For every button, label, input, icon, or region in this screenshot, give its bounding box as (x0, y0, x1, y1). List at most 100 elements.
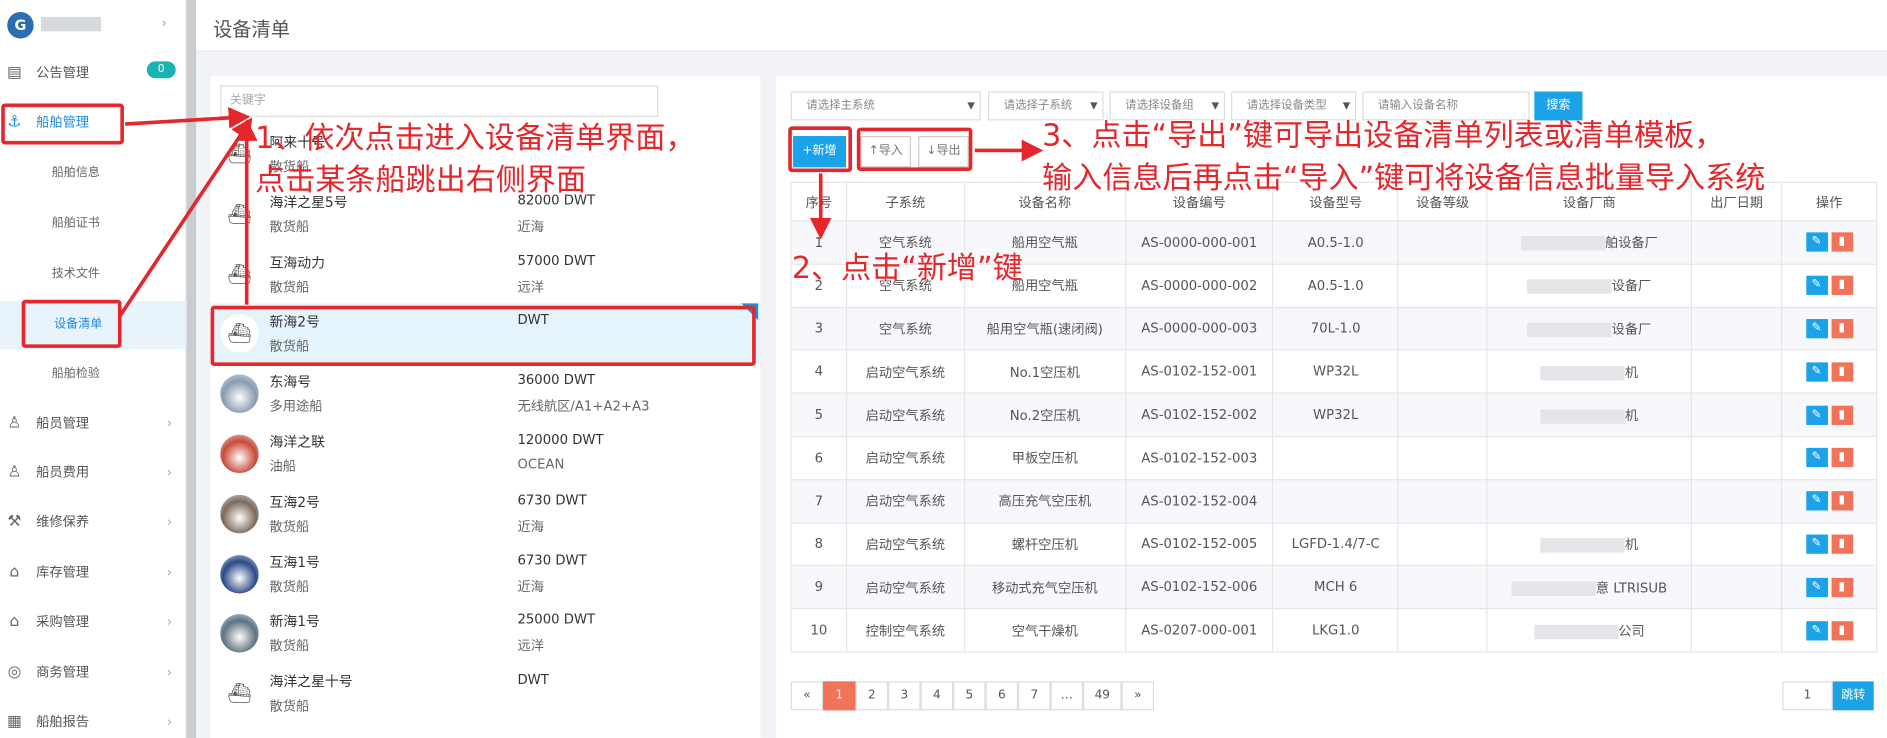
edit-icon[interactable]: ✎ (1805, 362, 1828, 382)
edit-icon[interactable]: ✎ (1805, 232, 1828, 253)
page-prev-button[interactable]: « (790, 681, 824, 711)
logo-icon[interactable]: G (7, 12, 34, 39)
ship-thumbnail (220, 554, 259, 594)
cell-maker: 舶设备厂 (1486, 220, 1693, 265)
ship-area: 远洋 (517, 278, 544, 295)
cell-grade (1397, 478, 1488, 524)
input-placeholder: 请输入设备名称 (1377, 98, 1458, 112)
page-next-button[interactable]: » (1121, 681, 1155, 711)
sidebar-subitem-ship-info[interactable]: 船舶信息 (0, 149, 187, 197)
ship-list-item[interactable]: 互海1号 散货船 6730 DWT 近海 (211, 544, 761, 604)
page-button[interactable]: 7 (1018, 681, 1051, 711)
ship-thumbnail (220, 494, 259, 534)
sidebar-item-business[interactable]: ◎ 商务管理 › (0, 649, 187, 697)
edit-icon[interactable]: ✎ (1805, 319, 1828, 339)
maker-suffix: 机 (1624, 536, 1639, 553)
redacted-text (1520, 236, 1605, 251)
ship-list-item[interactable]: 互海2号 散货船 6730 DWT 近海 (211, 484, 761, 544)
cell-grade (1397, 392, 1488, 437)
chevron-right-icon: › (166, 514, 173, 530)
cell-model: 70L-1.0 (1272, 306, 1399, 351)
page-button[interactable]: 3 (888, 681, 921, 711)
ship-list-item[interactable]: 新海1号 散货船 25000 DWT 远洋 (211, 604, 761, 664)
delete-icon[interactable]: ▮ (1830, 319, 1853, 339)
table-row[interactable]: 6 启动空气系统 甲板空压机 AS-0102-152-003 ✎ ▮ (790, 435, 1878, 481)
chevron-right-icon: › (166, 713, 173, 730)
subitem-label: 技术文件 (51, 267, 100, 281)
table-row[interactable]: 7 启动空气系统 高压充气空压机 AS-0102-152-004 ✎ ▮ (790, 478, 1878, 524)
cell-code: AS-0102-152-002 (1124, 392, 1274, 437)
page-button[interactable]: 4 (920, 681, 954, 711)
sidebar-item-crew-cost[interactable]: ♙ 船员费用 › (0, 449, 187, 497)
sidebar-item-reports[interactable]: ▦ 船舶报告 › (0, 698, 187, 738)
sidebar-item-crew[interactable]: ♙ 船员管理 › (0, 400, 187, 448)
delete-icon[interactable]: ▮ (1830, 275, 1853, 296)
cell-no: 6 (790, 435, 848, 481)
table-row[interactable]: 5 启动空气系统 No.2空压机 AS-0102-152-002 WP32L 机 ✎ ▮ (790, 392, 1878, 437)
cell-no: 9 (790, 565, 848, 610)
cell-name: 船用空气瓶(速闭阀) (963, 306, 1126, 351)
caret-down-icon: ▼ (1342, 99, 1351, 111)
delete-icon[interactable]: ▮ (1830, 448, 1853, 468)
table-row[interactable]: 4 启动空气系统 No.1空压机 AS-0102-152-001 WP32L 机 ✎ ▮ (790, 349, 1878, 394)
cell-actions: ✎ ▮ (1781, 392, 1878, 437)
sidebar-scrollbar[interactable] (186, 0, 197, 738)
annotation-step1-line1: 1、依次点击进入设备清单界面， (255, 120, 696, 156)
annotation-box-selected-ship (210, 305, 756, 366)
ship-list-item[interactable]: ⛴ 海洋之星十号 散货船 DWT (211, 664, 761, 724)
cell-model (1272, 478, 1399, 524)
sidebar-item-inventory[interactable]: ⌂ 库存管理 › (0, 549, 187, 597)
table-row[interactable]: 3 空气系统 船用空气瓶(速闭阀) AS-0000-000-003 70L-1.0 设备厂… (790, 306, 1878, 351)
select-value: 请选择设备类型 (1246, 98, 1327, 112)
delete-icon[interactable]: ▮ (1830, 232, 1853, 253)
edit-icon[interactable]: ✎ (1805, 620, 1828, 640)
jump-button[interactable]: 跳转 (1832, 681, 1874, 711)
page-button[interactable]: 49 (1083, 681, 1122, 711)
cell-grade (1397, 220, 1488, 265)
edit-icon[interactable]: ✎ (1805, 448, 1828, 468)
delete-icon[interactable]: ▮ (1830, 534, 1853, 554)
delete-icon[interactable]: ▮ (1830, 577, 1853, 597)
sidebar-subitem-certificates[interactable]: 船舶证书 (0, 200, 187, 248)
ship-thumbnail (220, 614, 259, 653)
delete-icon[interactable]: ▮ (1830, 362, 1853, 382)
table-row[interactable]: 10 控制空气系统 空气干燥机 AS-0207-000-001 LKG1.0 公司 ✎ ▮ (790, 608, 1878, 653)
equipment-name-input[interactable]: 请输入设备名称 (1362, 91, 1530, 121)
notification-badge: 0 (146, 61, 176, 79)
edit-icon[interactable]: ✎ (1805, 534, 1828, 554)
chevron-right-icon[interactable]: › (161, 14, 167, 31)
page-button[interactable]: 6 (985, 681, 1019, 711)
sidebar-item-purchasing[interactable]: ⌂ 采购管理 › (0, 598, 187, 646)
maker-suffix: 机 (1624, 407, 1639, 424)
subitem-label: 船舶信息 (51, 166, 100, 180)
edit-icon[interactable]: ✎ (1805, 577, 1828, 597)
edit-icon[interactable]: ✎ (1805, 405, 1828, 425)
ship-list-item[interactable]: 东海号 多用途船 36000 DWT 无线航区/A1+A2+A3 (211, 364, 761, 424)
edit-icon[interactable]: ✎ (1805, 491, 1828, 511)
sidebar-item-maintenance[interactable]: ⚒ 维修保养 › (0, 498, 187, 546)
table-row[interactable]: 8 启动空气系统 螺杆空压机 AS-0102-152-005 LGFD-1.4/7-C 机… (790, 521, 1878, 567)
delete-icon[interactable]: ▮ (1830, 491, 1853, 511)
main-system-select[interactable]: 请选择主系统 ▼ (790, 91, 981, 121)
table-row[interactable]: 9 启动空气系统 移动式充气空压机 AS-0102-152-006 MCH 6 意 LTR… (790, 565, 1878, 610)
jump-page-input[interactable]: 1 (1782, 681, 1833, 711)
ship-list-item[interactable]: 海洋之联 油船 120000 DWT OCEAN (211, 424, 761, 484)
ship-area: 远洋 (517, 638, 544, 655)
page-button: … (1050, 681, 1084, 711)
equipment-group-select[interactable]: 请选择设备组 ▼ (1109, 91, 1226, 121)
ship-list-item[interactable]: ⛴ 互海动力 散货船 57000 DWT 远洋 (211, 244, 761, 304)
delete-icon[interactable]: ▮ (1830, 405, 1853, 425)
keyword-search-input[interactable]: 关键字 (220, 85, 659, 117)
cell-no: 10 (790, 608, 848, 653)
sub-system-select[interactable]: 请选择子系统 ▼ (987, 91, 1104, 121)
sidebar-subitem-inspection[interactable]: 船舶检验 (0, 350, 187, 398)
cell-actions: ✎ ▮ (1781, 435, 1878, 481)
delete-icon[interactable]: ▮ (1830, 620, 1853, 640)
edit-icon[interactable]: ✎ (1805, 275, 1828, 296)
search-button[interactable]: 搜索 (1534, 91, 1583, 121)
sidebar-subitem-tech-docs[interactable]: 技术文件 (0, 250, 187, 298)
page-button[interactable]: 2 (855, 681, 889, 711)
equipment-type-select[interactable]: 请选择设备类型 ▼ (1231, 91, 1357, 121)
page-button[interactable]: 1 (823, 681, 856, 711)
page-button[interactable]: 5 (953, 681, 986, 711)
